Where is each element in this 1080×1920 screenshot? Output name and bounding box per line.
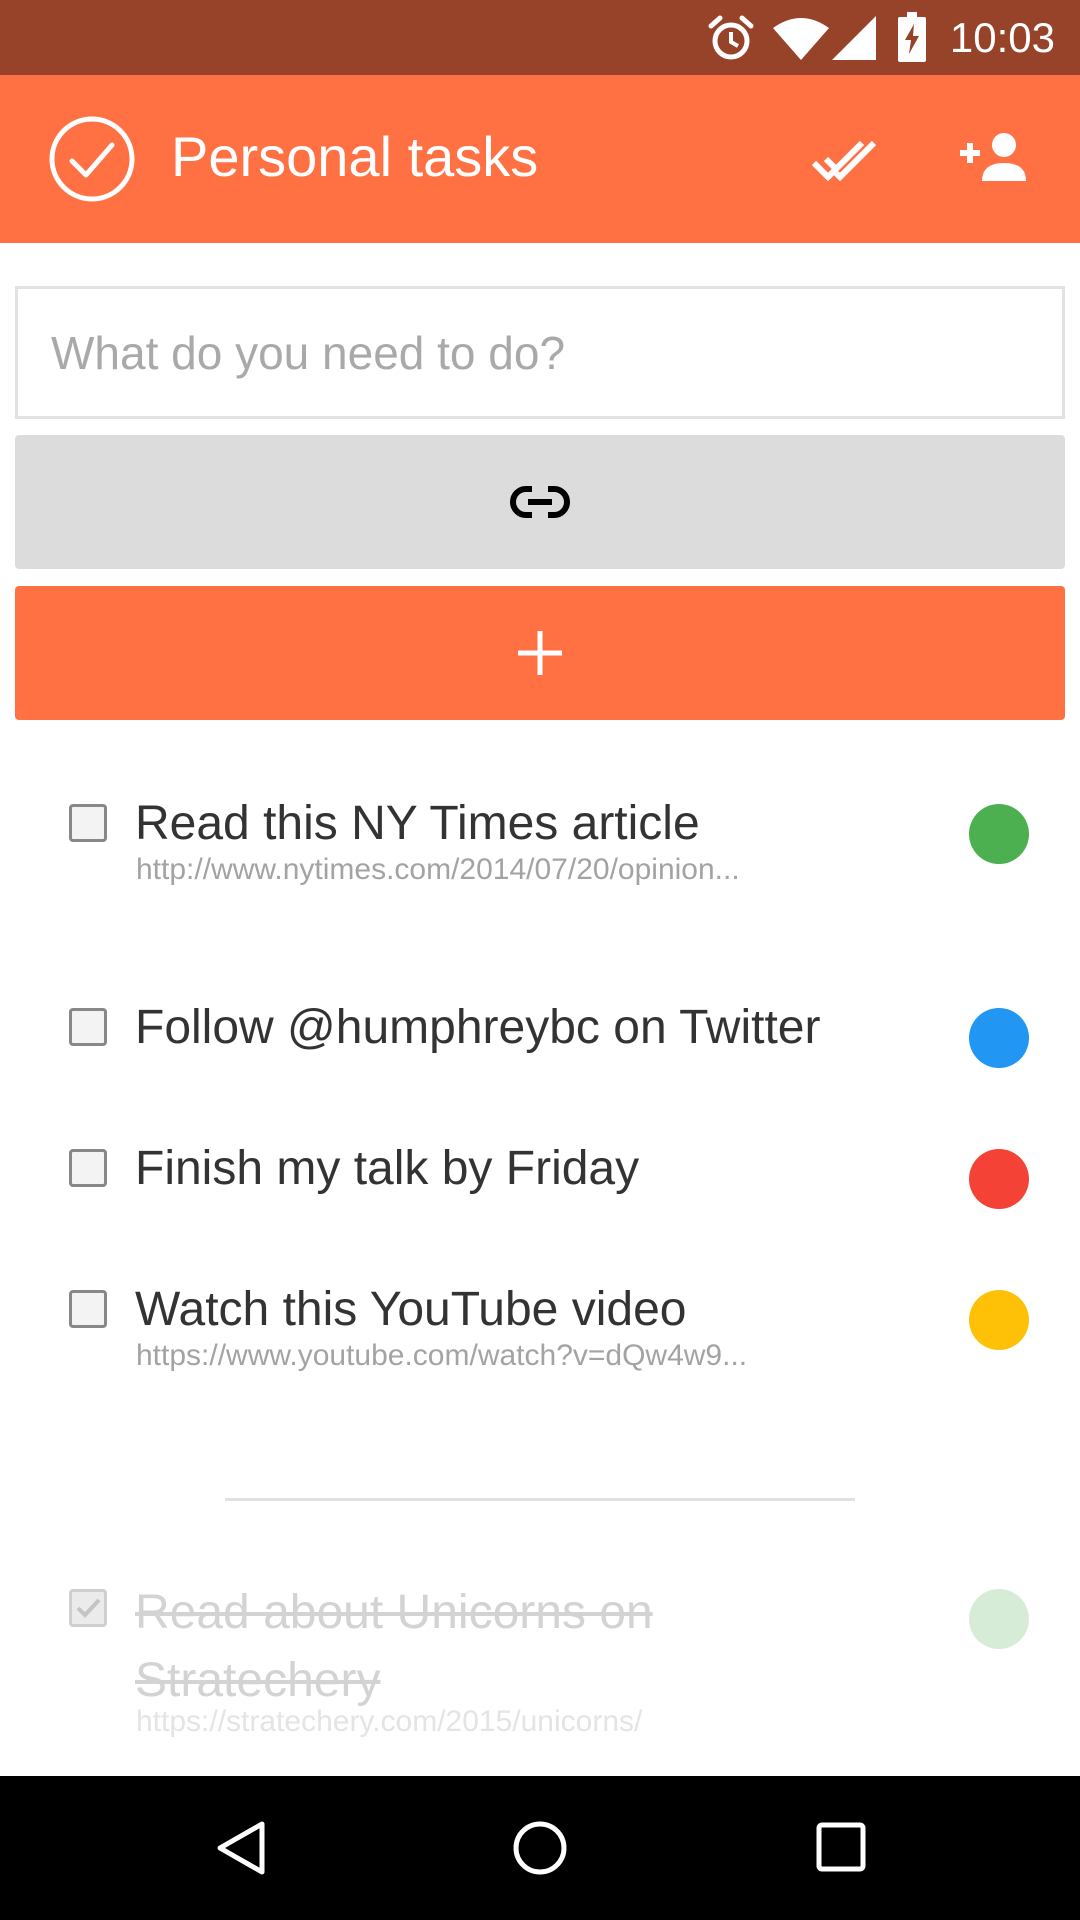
check-icon [76,1598,101,1618]
task-title: Read this NY Times article [135,797,700,850]
recents-icon[interactable] [816,1822,866,1872]
task-url[interactable]: https://stratechery.com/2015/unicorns/ [136,1702,642,1742]
status-time: 10:03 [949,14,1055,61]
task-checkbox[interactable] [69,1149,107,1187]
back-icon[interactable] [214,1820,266,1876]
add-task-button[interactable] [15,586,1065,720]
task-checkbox[interactable] [69,1290,107,1328]
task-url[interactable]: https://www.youtube.com/watch?v=dQw4w9..… [136,1336,747,1376]
attach-link-button[interactable] [15,435,1065,569]
task-color-dot[interactable] [969,1008,1029,1068]
add-person-icon[interactable] [958,131,1030,181]
home-icon[interactable] [512,1820,568,1876]
screen: 10:03 Personal tasks What do you need to… [0,0,1080,1920]
task-checkbox-checked[interactable] [69,1589,107,1627]
new-task-input[interactable] [15,286,1065,419]
nav-bar [0,1776,1080,1920]
app-bar: Personal tasks [0,75,1080,243]
done-all-icon[interactable] [812,137,884,183]
signal-icon [832,16,876,60]
wifi-icon [773,18,829,60]
task-title: Read about Unicorns on Stratechery [135,1586,653,1707]
task-checkbox[interactable] [69,1008,107,1046]
task-title: Follow @humphreybc on Twitter [135,1001,821,1054]
alarm-icon [708,15,754,60]
task-title: Watch this YouTube video [135,1283,687,1336]
page-title: Personal tasks [171,125,539,188]
task-checkbox[interactable] [69,804,107,842]
status-bar: 10:03 [0,0,1080,75]
link-icon [510,486,570,518]
task-color-dot[interactable] [969,1290,1029,1350]
battery-charging-icon [898,12,926,62]
plus-icon [518,631,562,675]
task-color-dot[interactable] [969,1149,1029,1209]
task-color-dot[interactable] [969,1589,1029,1649]
task-url[interactable]: http://www.nytimes.com/2014/07/20/opinio… [136,850,740,890]
task-color-dot[interactable] [969,804,1029,864]
completed-divider [225,1498,855,1501]
check-circle-icon [49,116,135,202]
task-title: Finish my talk by Friday [135,1142,640,1195]
